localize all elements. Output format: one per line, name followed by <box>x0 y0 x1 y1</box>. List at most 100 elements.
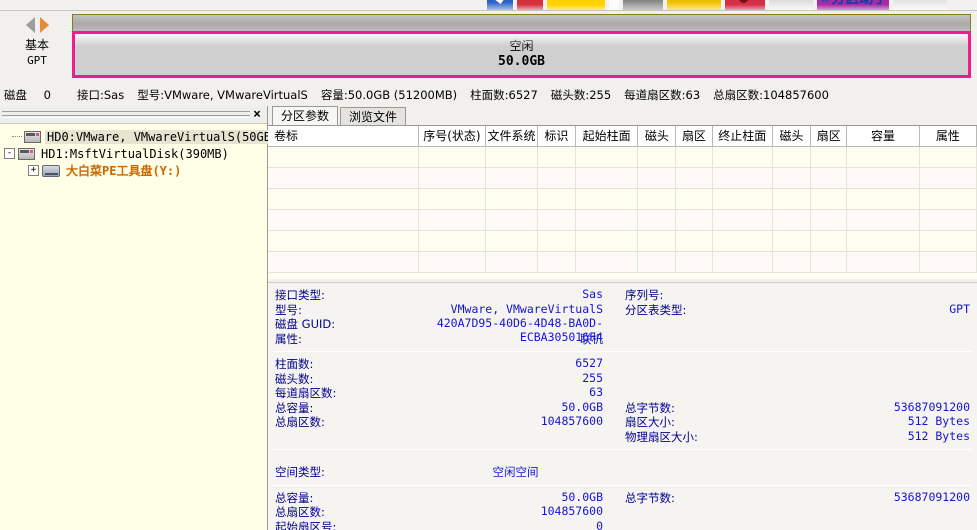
partition-table-container[interactable]: 卷标 序号(状态) 文件系统 标识 起始柱面 磁头 扇区 终止柱面 磁头 扇区 … <box>268 125 977 279</box>
disk-tree-panel: × HD0:VMware, VMwareVirtualS(50GB) - HD1… <box>0 106 281 530</box>
tree-item-label: HD1:MsftVirtualDisk(390MB) <box>41 146 229 161</box>
cell <box>537 146 576 168</box>
tree-item-volume-y[interactable]: + 大白菜PE工具盘(Y:) <box>0 162 267 179</box>
cell <box>418 167 486 189</box>
col-end-head[interactable]: 磁头 <box>772 126 812 147</box>
col-index-state[interactable]: 序号(状态) <box>418 126 486 147</box>
cell <box>537 167 576 189</box>
value-free-total-bytes: 53687091200 <box>893 489 970 504</box>
col-start-head[interactable]: 磁头 <box>637 126 677 147</box>
tree-toggle-collapse[interactable]: - <box>4 148 15 159</box>
table-row[interactable] <box>268 251 977 273</box>
label-physical-sector-size: 物理扇区大小: <box>625 429 698 444</box>
partition-block-free[interactable]: 空闲 50.0GB <box>72 31 971 78</box>
cell <box>268 251 420 273</box>
value-physical-sector-size: 512 Bytes <box>907 428 970 443</box>
cell <box>772 146 812 168</box>
value-total-capacity: 50.0GB <box>561 399 603 414</box>
col-volume-label[interactable]: 卷标 <box>268 126 420 147</box>
value-sector-size: 512 Bytes <box>907 414 970 428</box>
cell <box>772 167 812 189</box>
disk-nav-column: 基本 GPT <box>5 15 69 68</box>
disk-info-disk-label: 磁盘 0 <box>4 88 51 102</box>
tab-partition-params[interactable]: 分区参数 <box>272 106 339 125</box>
cell <box>575 167 639 189</box>
cell <box>846 188 920 210</box>
disk-type-text: 基本 <box>24 38 49 52</box>
arrow-right-icon[interactable] <box>39 17 49 33</box>
disk-info-sectors-per-track: 每道扇区数:63 <box>624 88 701 102</box>
disk-type-label: 基本 GPT <box>5 38 69 68</box>
cell <box>485 146 538 168</box>
detail-row-sectors-per-track: 每道扇区数: 63 <box>268 385 977 400</box>
col-attributes[interactable]: 属性 <box>919 126 977 147</box>
value-heads: 255 <box>582 370 603 385</box>
value-free-total-capacity: 50.0GB <box>561 489 603 504</box>
col-flag[interactable]: 标识 <box>537 126 576 147</box>
cell <box>846 209 920 231</box>
cell <box>810 251 848 273</box>
cell <box>537 230 576 252</box>
table-row[interactable] <box>268 167 977 189</box>
cell <box>772 251 812 273</box>
cell <box>846 167 920 189</box>
cell <box>772 209 812 231</box>
volume-icon <box>42 164 60 177</box>
col-start-sector[interactable]: 扇区 <box>675 126 713 147</box>
cell <box>637 230 677 252</box>
toolbar-strip: « 分区助手 <box>0 0 977 11</box>
tree-item-label: HD0:VMware, VMwareVirtualS(50GB) <box>45 129 281 144</box>
detail-row-free-capacity: 总容量: 50.0GB 总字节数: 53687091200 <box>268 490 977 505</box>
col-capacity[interactable]: 容量 <box>846 126 920 147</box>
cell <box>637 146 677 168</box>
cell <box>712 209 773 231</box>
tree-toggle-expand[interactable]: + <box>28 165 39 176</box>
cell <box>846 146 920 168</box>
cell <box>485 188 538 210</box>
detail-row-attribute: 属性: 联机 <box>268 331 977 346</box>
tab-browse-files[interactable]: 浏览文件 <box>340 107 407 125</box>
table-row[interactable] <box>268 209 977 231</box>
detail-row-cylinders: 柱面数: 6527 <box>268 356 977 371</box>
detail-row-guid: 磁盘 GUID: 420A7D95-40D6-4D48-BA0D-ECBA305… <box>268 316 977 344</box>
col-filesystem[interactable]: 文件系统 <box>485 126 538 147</box>
cell <box>537 251 576 273</box>
table-row[interactable] <box>268 230 977 252</box>
disk-info-interface: 接口:Sas <box>76 88 125 102</box>
col-end-cylinder[interactable]: 终止柱面 <box>712 126 773 147</box>
cell <box>919 251 977 273</box>
cell <box>675 230 713 252</box>
cell <box>846 251 920 273</box>
col-end-sector[interactable]: 扇区 <box>810 126 848 147</box>
detail-divider-3 <box>272 484 972 486</box>
cell <box>712 188 773 210</box>
value-interface-type: Sas <box>582 287 603 301</box>
value-start-sector-number: 0 <box>596 518 603 530</box>
detail-row-model: 型号: VMware, VMwareVirtualS 分区表类型: GPT <box>268 302 977 317</box>
table-header-row: 卷标 序号(状态) 文件系统 标识 起始柱面 磁头 扇区 终止柱面 磁头 扇区 … <box>268 126 977 147</box>
tree-item-hd0[interactable]: HD0:VMware, VMwareVirtualS(50GB) <box>0 128 281 145</box>
partition-size: 50.0GB <box>498 54 545 69</box>
col-start-cylinder[interactable]: 起始柱面 <box>575 126 639 147</box>
cell <box>485 251 538 273</box>
tree-drag-grip[interactable] <box>2 111 250 118</box>
close-icon[interactable]: × <box>253 107 261 123</box>
table-body <box>268 146 977 273</box>
cell <box>675 251 713 273</box>
value-sectors-per-track: 63 <box>589 385 603 399</box>
tree-item-hd1[interactable]: - HD1:MsftVirtualDisk(390MB) <box>0 145 267 162</box>
arrow-left-icon[interactable] <box>25 17 35 33</box>
detail-row-heads: 磁头数: 255 <box>268 371 977 386</box>
table-row[interactable] <box>268 146 977 168</box>
cell <box>575 188 639 210</box>
disk-nav-arrows <box>5 15 69 35</box>
table-row[interactable] <box>268 188 977 210</box>
detail-row-free-total-sectors: 总扇区数: 104857600 <box>268 504 977 519</box>
cell <box>268 167 420 189</box>
cell <box>712 230 773 252</box>
cell <box>268 146 420 168</box>
cell <box>418 146 486 168</box>
cell <box>712 167 773 189</box>
tab-bar: 分区参数 浏览文件 <box>268 106 977 125</box>
cell <box>675 209 713 231</box>
